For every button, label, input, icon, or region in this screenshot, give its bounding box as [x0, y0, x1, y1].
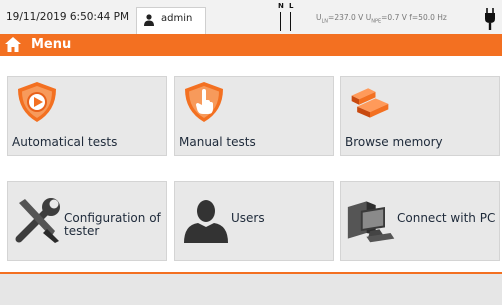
- frequency-value: f=50.0 Hz: [409, 13, 447, 22]
- user-name: admin: [161, 13, 193, 24]
- phase-n-line: [280, 12, 281, 31]
- shield-hand-icon: [185, 82, 223, 122]
- voltage-readout: ULN=237.0 V UNPE=0.7 V f=50.0 Hz: [316, 13, 447, 25]
- tile-label: Browse memory: [345, 135, 443, 149]
- shield-play-icon: [18, 82, 56, 122]
- u-npe-sub: NPE: [371, 18, 382, 25]
- connect-pc-button[interactable]: Connect with PC: [340, 181, 500, 261]
- user-silhouette-icon: [184, 200, 228, 243]
- user-indicator[interactable]: admin: [136, 7, 206, 34]
- memory-blocks-icon: [351, 88, 389, 118]
- plug-icon: [485, 8, 495, 30]
- computer-icon: [347, 201, 395, 243]
- user-icon: [144, 14, 154, 26]
- manual-tests-button[interactable]: Manual tests: [174, 76, 334, 156]
- tile-label: Automatical tests: [12, 135, 118, 149]
- u-ln-value: =237.0 V: [328, 13, 364, 22]
- browse-memory-button[interactable]: Browse memory: [340, 76, 500, 156]
- users-button[interactable]: Users: [174, 181, 334, 261]
- phase-l-label: L: [289, 2, 294, 10]
- automatical-tests-button[interactable]: Automatical tests: [7, 76, 167, 156]
- configuration-button[interactable]: Configuration of tester: [7, 181, 167, 261]
- home-icon[interactable]: [5, 37, 21, 52]
- phase-l-line: [290, 12, 291, 31]
- phase-indicator: N L: [278, 2, 302, 32]
- tile-label: Manual tests: [179, 135, 256, 149]
- status-bar: 19/11/2019 6:50:44 PM admin N L ULN=237.…: [0, 0, 502, 34]
- tile-label: Configuration of tester: [64, 211, 161, 238]
- phase-n-label: N: [278, 2, 284, 10]
- bottom-bar: [0, 274, 502, 305]
- tile-label: Users: [231, 211, 265, 225]
- menu-header: Menu: [0, 34, 502, 56]
- tile-label: Connect with PC: [397, 211, 496, 225]
- u-npe-value: =0.7 V: [381, 13, 407, 22]
- datetime: 19/11/2019 6:50:44 PM: [6, 11, 130, 23]
- tools-icon: [15, 198, 60, 243]
- page-title: Menu: [31, 37, 72, 52]
